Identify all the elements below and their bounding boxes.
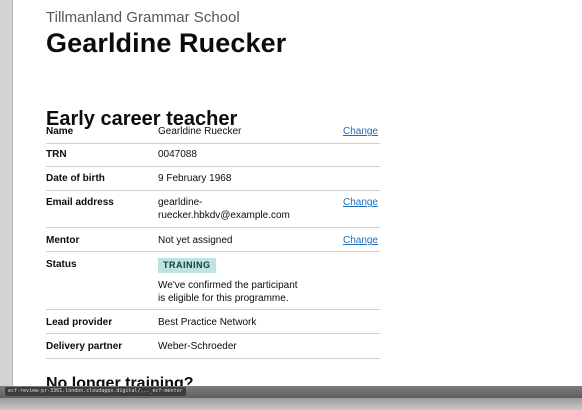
email-line-2: ruecker.hbkdv@example.com bbox=[158, 210, 290, 221]
status-note-line-1: We've confirmed the participant bbox=[158, 280, 298, 291]
summary-row-lead-provider: Lead provider Best Practice Network bbox=[46, 309, 380, 334]
summary-key-delivery-partner: Delivery partner bbox=[46, 341, 123, 352]
change-email-link[interactable]: Change bbox=[343, 196, 378, 209]
page-title: Gearldine Ruecker bbox=[46, 28, 287, 58]
summary-key-status: Status bbox=[46, 259, 77, 270]
status-badge: TRAINING bbox=[158, 258, 216, 273]
status-note-line-2: is eligible for this programme. bbox=[158, 293, 289, 304]
summary-key-lead-provider: Lead provider bbox=[46, 317, 113, 328]
summary-value-delivery-partner: Weber-Schroeder bbox=[158, 341, 237, 352]
summary-key-dob: Date of birth bbox=[46, 173, 105, 184]
summary-row-name: Name Gearldine Ruecker Change bbox=[46, 119, 380, 144]
summary-value-email: gearldine- ruecker.hbkdv@example.com bbox=[158, 196, 290, 222]
summary-value-lead-provider: Best Practice Network bbox=[158, 317, 257, 328]
summary-key-mentor: Mentor bbox=[46, 235, 80, 246]
summary-row-trn: TRN 0047088 bbox=[46, 143, 380, 167]
summary-row-mentor: Mentor Not yet assigned Change bbox=[46, 227, 380, 252]
status-note: We've confirmed the participant is eligi… bbox=[158, 279, 298, 305]
summary-key-trn: TRN bbox=[46, 149, 67, 160]
window-left-border-line bbox=[12, 0, 13, 410]
summary-key-email: Email address bbox=[46, 197, 114, 208]
summary-row-delivery-partner: Delivery partner Weber-Schroeder bbox=[46, 333, 380, 359]
summary-value-trn: 0047088 bbox=[158, 149, 197, 160]
change-mentor-link[interactable]: Change bbox=[343, 234, 378, 247]
status-url: ecf-review-pr-3361.london.cloudapps.digi… bbox=[5, 387, 186, 396]
summary-row-email: Email address gearldine- ruecker.hbkdv@e… bbox=[46, 190, 380, 228]
summary-key-name: Name bbox=[46, 126, 74, 137]
summary-value-status: TRAINING We've confirmed the participant… bbox=[158, 258, 298, 305]
email-line-1: gearldine- bbox=[158, 197, 203, 208]
summary-value-dob: 9 February 1968 bbox=[158, 173, 232, 184]
summary-row-dob: Date of birth 9 February 1968 bbox=[46, 166, 380, 191]
summary-value-mentor: Not yet assigned bbox=[158, 235, 233, 246]
change-name-link[interactable]: Change bbox=[343, 125, 378, 138]
summary-value-name: Gearldine Ruecker bbox=[158, 126, 242, 137]
window-bottom-edge bbox=[0, 398, 582, 410]
school-name: Tillmanland Grammar School bbox=[46, 9, 240, 26]
summary-row-status: Status TRAINING We've confirmed the part… bbox=[46, 251, 380, 310]
window-left-border bbox=[0, 0, 12, 410]
